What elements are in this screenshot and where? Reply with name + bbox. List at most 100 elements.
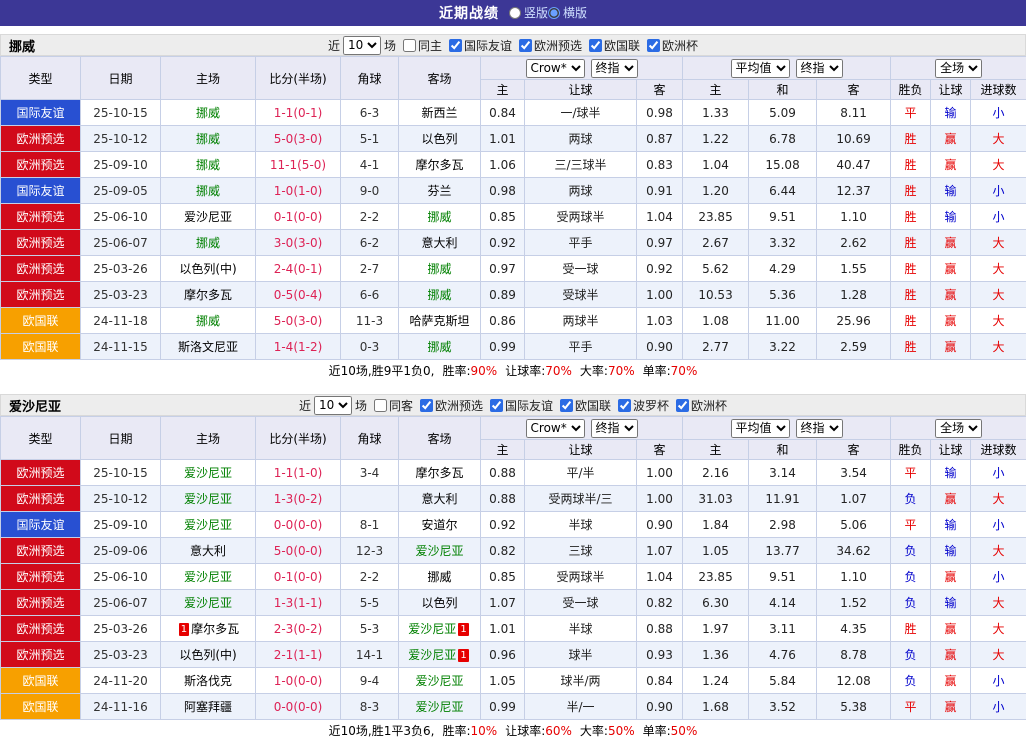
- score-link[interactable]: 0-0(0-0): [256, 512, 341, 538]
- score-link[interactable]: 1-3(1-1): [256, 590, 341, 616]
- home-team[interactable]: 挪威: [196, 158, 220, 172]
- home-team[interactable]: 意大利: [190, 544, 226, 558]
- scope-select[interactable]: 全场: [935, 59, 982, 78]
- odds-source-select[interactable]: Crow*: [526, 419, 585, 438]
- home-team[interactable]: 以色列(中): [179, 648, 236, 662]
- view-radio[interactable]: [548, 7, 560, 19]
- home-team[interactable]: 挪威: [196, 184, 220, 198]
- away-team[interactable]: 爱沙尼亚: [408, 622, 456, 636]
- away-team[interactable]: 芬兰: [427, 184, 451, 198]
- final-odds-select[interactable]: 终指: [796, 59, 843, 78]
- home-team[interactable]: 阿塞拜疆: [184, 700, 232, 714]
- odds-source-select[interactable]: Crow*: [526, 59, 585, 78]
- final-odds-select[interactable]: 终指: [591, 419, 638, 438]
- league-filter-欧国联[interactable]: 欧国联: [560, 397, 611, 414]
- away-team[interactable]: 挪威: [427, 340, 451, 354]
- home-team[interactable]: 挪威: [196, 314, 220, 328]
- same-venue-checkbox[interactable]: [374, 399, 387, 412]
- average-select[interactable]: 平均值: [731, 59, 790, 78]
- handicap-result: 赢: [931, 282, 971, 308]
- away-team[interactable]: 哈萨克斯坦: [409, 314, 469, 328]
- home-team[interactable]: 摩尔多瓦: [191, 622, 239, 636]
- handicap-odds-home: 0.89: [481, 282, 525, 308]
- score-link[interactable]: 1-0(1-0): [256, 178, 341, 204]
- league-filter-欧国联[interactable]: 欧国联: [589, 37, 640, 54]
- recent-count-select[interactable]: 10: [343, 36, 381, 55]
- same-venue-filter[interactable]: 同主: [403, 37, 442, 54]
- away-team[interactable]: 挪威: [427, 288, 451, 302]
- score-link[interactable]: 5-0(0-0): [256, 538, 341, 564]
- away-team[interactable]: 以色列: [421, 132, 457, 146]
- score-link[interactable]: 3-0(3-0): [256, 230, 341, 256]
- same-venue-filter[interactable]: 同客: [374, 397, 413, 414]
- away-team[interactable]: 挪威: [427, 210, 451, 224]
- league-filter-checkbox[interactable]: [560, 399, 573, 412]
- final-odds-select[interactable]: 终指: [796, 419, 843, 438]
- away-team[interactable]: 挪威: [427, 262, 451, 276]
- scope-select[interactable]: 全场: [935, 419, 982, 438]
- home-team[interactable]: 爱沙尼亚: [184, 518, 232, 532]
- league-filter-checkbox[interactable]: [490, 399, 503, 412]
- league-filter-checkbox[interactable]: [618, 399, 631, 412]
- away-team[interactable]: 安道尔: [421, 518, 457, 532]
- away-team[interactable]: 新西兰: [421, 106, 457, 120]
- score-link[interactable]: 0-1(0-0): [256, 204, 341, 230]
- score-link[interactable]: 1-0(0-0): [256, 668, 341, 694]
- score-link[interactable]: 2-3(0-2): [256, 616, 341, 642]
- away-team[interactable]: 意大利: [421, 492, 457, 506]
- home-team[interactable]: 挪威: [196, 106, 220, 120]
- home-team[interactable]: 爱沙尼亚: [184, 570, 232, 584]
- away-team[interactable]: 挪威: [427, 570, 451, 584]
- home-team[interactable]: 爱沙尼亚: [184, 596, 232, 610]
- home-team[interactable]: 挪威: [196, 132, 220, 146]
- home-team[interactable]: 斯洛文尼亚: [178, 340, 238, 354]
- same-venue-checkbox[interactable]: [403, 39, 416, 52]
- away-team[interactable]: 意大利: [421, 236, 457, 250]
- league-filter-欧洲预选[interactable]: 欧洲预选: [420, 397, 483, 414]
- home-team[interactable]: 以色列(中): [179, 262, 236, 276]
- home-team[interactable]: 斯洛伐克: [184, 674, 232, 688]
- recent-count-select[interactable]: 10: [314, 396, 352, 415]
- home-team[interactable]: 爱沙尼亚: [184, 210, 232, 224]
- score-link[interactable]: 2-4(0-1): [256, 256, 341, 282]
- league-filter-波罗杯[interactable]: 波罗杯: [618, 397, 669, 414]
- view-option-横版[interactable]: 横版: [548, 4, 587, 21]
- league-filter-欧洲预选[interactable]: 欧洲预选: [519, 37, 582, 54]
- league-filter-checkbox[interactable]: [519, 39, 532, 52]
- league-filter-checkbox[interactable]: [676, 399, 689, 412]
- away-team[interactable]: 爱沙尼亚: [415, 700, 463, 714]
- score-link[interactable]: 1-3(0-2): [256, 486, 341, 512]
- league-filter-欧洲杯[interactable]: 欧洲杯: [676, 397, 727, 414]
- view-radio[interactable]: [509, 7, 521, 19]
- home-team[interactable]: 挪威: [196, 236, 220, 250]
- home-team[interactable]: 爱沙尼亚: [184, 492, 232, 506]
- score-link[interactable]: 5-0(3-0): [256, 126, 341, 152]
- away-team[interactable]: 爱沙尼亚: [415, 544, 463, 558]
- league-filter-checkbox[interactable]: [420, 399, 433, 412]
- score-link[interactable]: 1-1(1-0): [256, 460, 341, 486]
- score-link[interactable]: 0-0(0-0): [256, 694, 341, 720]
- away-team[interactable]: 以色列: [421, 596, 457, 610]
- league-filter-checkbox[interactable]: [449, 39, 462, 52]
- away-team[interactable]: 爱沙尼亚: [408, 648, 456, 662]
- home-team[interactable]: 摩尔多瓦: [184, 288, 232, 302]
- home-team[interactable]: 爱沙尼亚: [184, 466, 232, 480]
- score-link[interactable]: 1-4(1-2): [256, 334, 341, 360]
- score-link[interactable]: 1-1(0-1): [256, 100, 341, 126]
- away-team[interactable]: 摩尔多瓦: [415, 158, 463, 172]
- league-filter-国际友谊[interactable]: 国际友谊: [449, 37, 512, 54]
- score-link[interactable]: 5-0(3-0): [256, 308, 341, 334]
- score-link[interactable]: 0-1(0-0): [256, 564, 341, 590]
- average-select[interactable]: 平均值: [731, 419, 790, 438]
- league-filter-checkbox[interactable]: [647, 39, 660, 52]
- view-option-竖版[interactable]: 竖版: [509, 4, 548, 21]
- away-team[interactable]: 摩尔多瓦: [415, 466, 463, 480]
- league-filter-checkbox[interactable]: [589, 39, 602, 52]
- away-team[interactable]: 爱沙尼亚: [415, 674, 463, 688]
- score-link[interactable]: 0-5(0-4): [256, 282, 341, 308]
- score-link[interactable]: 11-1(5-0): [256, 152, 341, 178]
- league-filter-欧洲杯[interactable]: 欧洲杯: [647, 37, 698, 54]
- league-filter-国际友谊[interactable]: 国际友谊: [490, 397, 553, 414]
- score-link[interactable]: 2-1(1-1): [256, 642, 341, 668]
- final-odds-select[interactable]: 终指: [591, 59, 638, 78]
